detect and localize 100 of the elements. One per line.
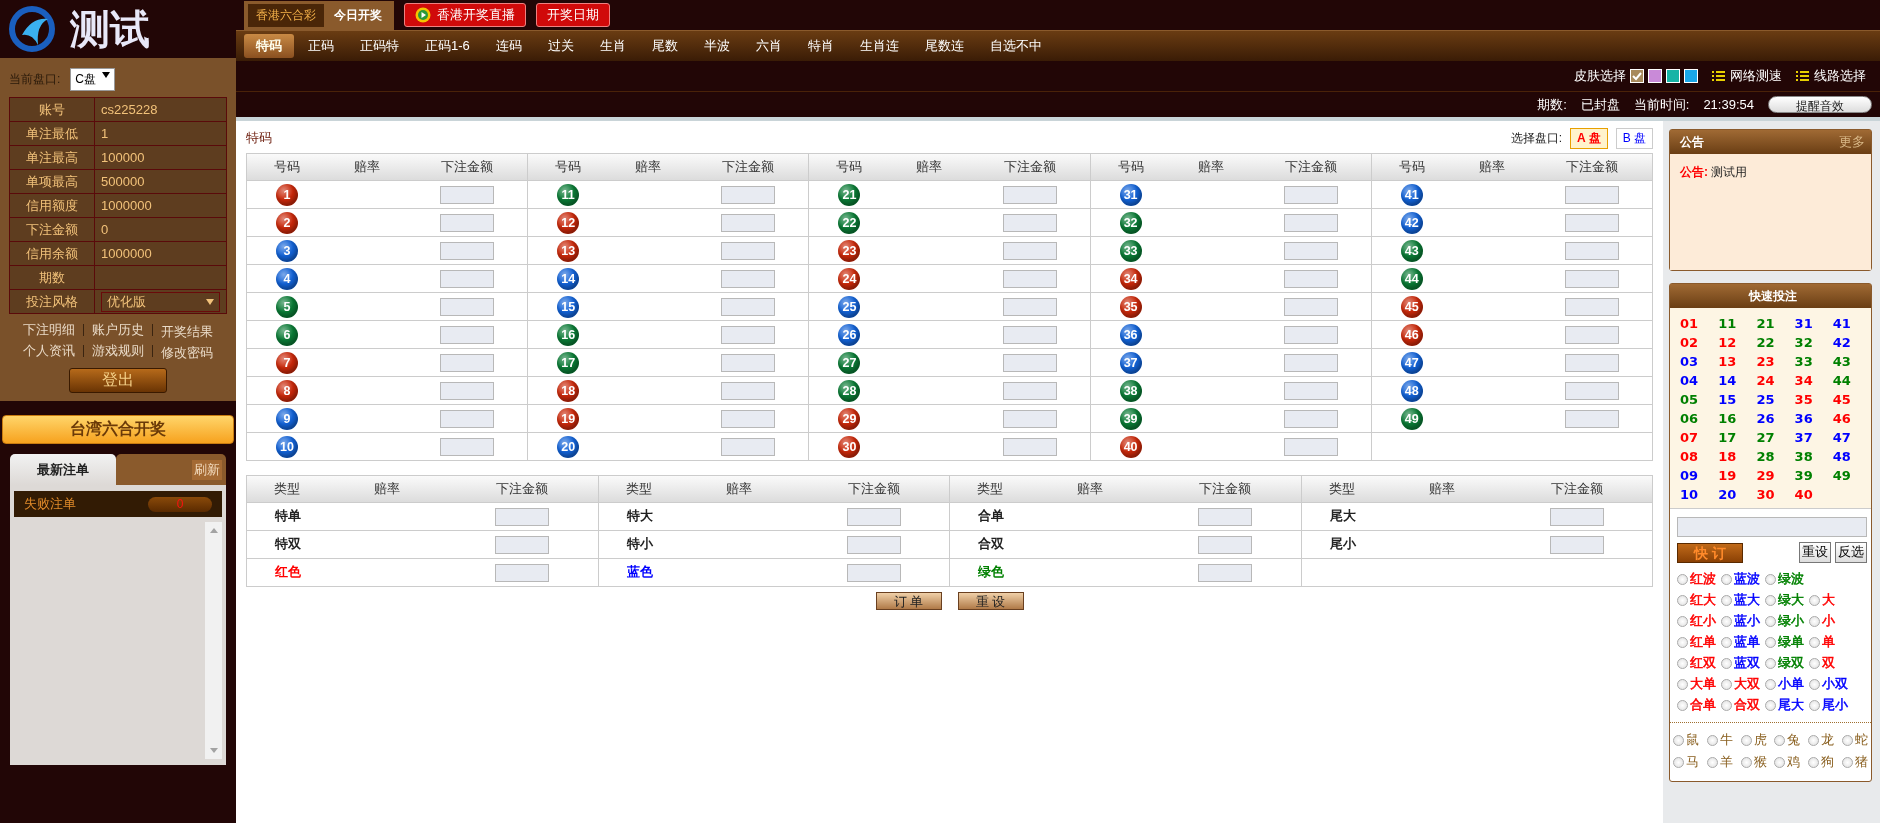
radio-button[interactable] [1673, 734, 1684, 746]
radio-button[interactable] [1809, 678, 1820, 690]
amount-input[interactable] [1677, 517, 1867, 537]
amount-input[interactable] [495, 535, 550, 554]
lottery-tab[interactable]: 今日开奖 [326, 3, 390, 27]
radio-button[interactable] [1706, 756, 1718, 768]
amount-input[interactable] [1564, 409, 1619, 428]
quick-number[interactable]: 33 [1794, 354, 1833, 369]
quick-number[interactable]: 10 [1680, 487, 1719, 502]
style-select[interactable]: 优化版 [101, 291, 220, 312]
radio-button[interactable] [1721, 594, 1732, 606]
radio-button[interactable] [1809, 657, 1820, 669]
amount-input[interactable] [1283, 185, 1338, 204]
nav-tab[interactable]: 正码特 [348, 34, 411, 58]
sound-button[interactable]: 提醒音效 [1768, 96, 1872, 113]
scrollbar[interactable] [205, 522, 222, 759]
amount-input[interactable] [1002, 269, 1057, 288]
reset-button[interactable]: 重 设 [957, 592, 1024, 610]
nav-tab[interactable]: 自选不中 [977, 34, 1054, 58]
caret-icon[interactable] [102, 71, 110, 79]
quick-number[interactable]: 04 [1680, 373, 1719, 388]
refresh-button[interactable]: 刷新 [192, 459, 222, 480]
radio-button[interactable] [1808, 756, 1820, 768]
amount-input[interactable] [440, 297, 495, 316]
radio-button[interactable] [1765, 657, 1776, 669]
quick-number[interactable]: 17 [1718, 430, 1757, 445]
amount-input[interactable] [721, 325, 776, 344]
radio-button[interactable] [1706, 734, 1718, 746]
quick-number[interactable]: 27 [1756, 430, 1795, 445]
amount-input[interactable] [721, 185, 776, 204]
radio-button[interactable] [1721, 636, 1732, 648]
more-link[interactable]: 更多 [1839, 133, 1865, 151]
radio-button[interactable] [1677, 615, 1688, 627]
draw-banner-button[interactable]: 台湾六合开奖 [2, 415, 234, 444]
amount-input[interactable] [1549, 507, 1604, 526]
amount-input[interactable] [1002, 353, 1057, 372]
quick-number[interactable]: 31 [1794, 316, 1833, 331]
nav-tab[interactable]: 过关 [535, 34, 586, 58]
quick-number[interactable]: 09 [1680, 468, 1719, 483]
amount-input[interactable] [1198, 507, 1253, 526]
radio-button[interactable] [1721, 699, 1732, 711]
amount-input[interactable] [1283, 409, 1338, 428]
radio-button[interactable] [1677, 678, 1688, 690]
radio-button[interactable] [1809, 615, 1820, 627]
skin-swatch[interactable] [1666, 69, 1680, 83]
tab[interactable]: 最新注单 [10, 454, 116, 485]
radio-button[interactable] [1740, 756, 1752, 768]
quick-number[interactable]: 03 [1680, 354, 1719, 369]
quick-number[interactable]: 23 [1756, 354, 1795, 369]
amount-input[interactable] [1002, 381, 1057, 400]
amount-input[interactable] [1002, 409, 1057, 428]
amount-input[interactable] [440, 241, 495, 260]
skin-swatch[interactable] [1630, 69, 1644, 83]
market-select[interactable]: C盘 [70, 68, 115, 91]
sidebar-link[interactable]: 修改密码 [161, 345, 213, 362]
amount-input[interactable] [1198, 535, 1253, 554]
amount-input[interactable] [440, 409, 495, 428]
amount-input[interactable] [440, 353, 495, 372]
amount-input[interactable] [1002, 297, 1057, 316]
scroll-up-icon[interactable] [209, 528, 218, 533]
logout-button[interactable]: 登出 [69, 368, 167, 393]
amount-input[interactable] [1002, 241, 1057, 260]
quick-number[interactable]: 22 [1756, 335, 1795, 350]
radio-button[interactable] [1765, 615, 1776, 627]
sidebar-link[interactable]: 游戏规则 [92, 342, 144, 360]
amount-input[interactable] [721, 353, 776, 372]
amount-input[interactable] [721, 213, 776, 232]
skin-swatch[interactable] [1648, 69, 1662, 83]
radio-button[interactable] [1809, 699, 1820, 711]
amount-input[interactable] [1283, 213, 1338, 232]
radio-button[interactable] [1721, 615, 1732, 627]
caret-icon[interactable] [206, 297, 214, 306]
amount-input[interactable] [1283, 437, 1338, 456]
radio-button[interactable] [1677, 699, 1688, 711]
amount-input[interactable] [440, 213, 495, 232]
quick-number[interactable]: 47 [1832, 430, 1871, 445]
nav-tab[interactable]: 正码 [296, 34, 346, 58]
quick-number[interactable]: 38 [1794, 449, 1833, 464]
amount-input[interactable] [1564, 381, 1619, 400]
quick-number[interactable]: 37 [1794, 430, 1833, 445]
amount-input[interactable] [1564, 241, 1619, 260]
radio-button[interactable] [1809, 594, 1820, 606]
quick-number[interactable]: 16 [1718, 411, 1757, 426]
radio-button[interactable] [1765, 573, 1776, 585]
nav-tab[interactable]: 连码 [483, 34, 534, 58]
radio-button[interactable] [1765, 594, 1776, 606]
quick-number[interactable]: 06 [1680, 411, 1719, 426]
nav-tab[interactable]: 尾数连 [912, 34, 976, 58]
amount-input[interactable] [721, 381, 776, 400]
sidebar-link[interactable]: 账户历史 [92, 321, 144, 339]
amount-input[interactable] [846, 507, 901, 526]
amount-input[interactable] [721, 241, 776, 260]
amount-input[interactable] [1283, 297, 1338, 316]
quick-number[interactable]: 13 [1718, 354, 1757, 369]
amount-input[interactable] [1002, 437, 1057, 456]
amount-input[interactable] [1549, 535, 1604, 554]
amount-input[interactable] [440, 185, 495, 204]
radio-button[interactable] [1765, 699, 1776, 711]
nav-tab[interactable]: 半波 [691, 34, 742, 58]
quick-number[interactable]: 42 [1832, 335, 1871, 350]
